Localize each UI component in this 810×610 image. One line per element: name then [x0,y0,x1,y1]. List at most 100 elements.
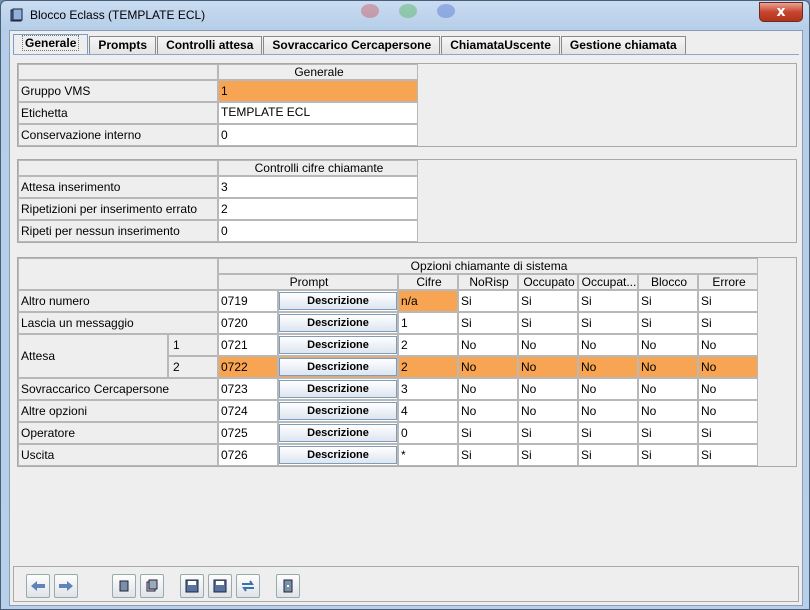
attesa-group-label: Attesa [18,334,168,378]
option-errore-cell[interactable]: No [698,400,758,422]
option-occupato-cell[interactable]: No [518,334,578,356]
tab-gestione-chiamata[interactable]: Gestione chiamata [560,36,686,55]
option-norisp-cell[interactable]: Si [458,444,518,466]
descrizione-button[interactable]: Descrizione [279,424,397,442]
option-occupat2-cell[interactable]: No [578,400,638,422]
option-row-label: Operatore [18,422,218,444]
prompt-code: 0725 [218,422,278,444]
descrizione-button[interactable]: Descrizione [279,314,397,332]
app-window: Blocco Eclass (TEMPLATE ECL) x Generale … [0,0,810,610]
option-occupato-cell[interactable]: No [518,356,578,378]
tab-controlli-attesa[interactable]: Controlli attesa [157,36,263,55]
ripetizioni-label: Ripetizioni per inserimento errato [18,198,218,220]
option-errore-cell[interactable]: Si [698,444,758,466]
option-occupat2-cell[interactable]: Si [578,422,638,444]
descrizione-button[interactable]: Descrizione [279,358,397,376]
option-blocco-cell[interactable]: Si [638,290,698,312]
option-cifre-cell[interactable]: 2 [398,334,458,356]
option-cifre-cell[interactable]: 4 [398,400,458,422]
option-occupato-cell[interactable]: Si [518,290,578,312]
descrizione-button[interactable]: Descrizione [279,292,397,310]
option-occupat2-cell[interactable]: Si [578,312,638,334]
opzioni-panel: Opzioni chiamante di sistema Prompt Cifr… [17,257,797,467]
option-cifre-cell[interactable]: n/a [398,290,458,312]
prompt-code: 0722 [218,356,278,378]
save-as-icon[interactable] [208,574,232,598]
option-cifre-cell[interactable]: 3 [398,378,458,400]
exit-icon[interactable] [276,574,300,598]
option-norisp-cell[interactable]: No [458,378,518,400]
option-cifre-cell[interactable]: 0 [398,422,458,444]
option-errore-cell[interactable]: Si [698,290,758,312]
tab-chiamata-uscente[interactable]: ChiamataUscente [441,36,560,55]
close-button[interactable]: x [759,2,803,22]
option-blocco-cell[interactable]: No [638,356,698,378]
conservazione-interno-field[interactable]: 0 [218,124,418,146]
col-norisp: NoRisp [458,274,518,290]
option-occupat2-cell[interactable]: No [578,378,638,400]
option-sub-label: 1 [168,334,218,356]
option-errore-cell[interactable]: Si [698,312,758,334]
option-norisp-cell[interactable]: Si [458,290,518,312]
prompt-code: 0721 [218,334,278,356]
option-norisp-cell[interactable]: No [458,400,518,422]
ripetizioni-field[interactable]: 2 [218,198,418,220]
etichetta-label: Etichetta [18,102,218,124]
app-icon [10,8,23,22]
option-occupato-cell[interactable]: Si [518,312,578,334]
option-norisp-cell[interactable]: Si [458,312,518,334]
option-norisp-cell[interactable]: Si [458,422,518,444]
option-blocco-cell[interactable]: Si [638,422,698,444]
ghost-icon [437,4,455,18]
etichetta-field[interactable]: TEMPLATE ECL [218,102,418,124]
option-errore-cell[interactable]: No [698,334,758,356]
forward-arrow-icon[interactable] [54,574,78,598]
attesa-inserimento-field[interactable]: 3 [218,176,418,198]
col-cifre: Cifre [398,274,458,290]
descrizione-button[interactable]: Descrizione [279,336,397,354]
option-occupato-cell[interactable]: Si [518,444,578,466]
controlli-corner [18,160,218,176]
prompt-code: 0720 [218,312,278,334]
option-occupat2-cell[interactable]: Si [578,444,638,466]
ripeti-nessun-field[interactable]: 0 [218,220,418,242]
option-blocco-cell[interactable]: Si [638,444,698,466]
option-errore-cell[interactable]: No [698,356,758,378]
copy-icon[interactable] [140,574,164,598]
option-norisp-cell[interactable]: No [458,334,518,356]
option-errore-cell[interactable]: No [698,378,758,400]
col-occupato: Occupato [518,274,578,290]
option-blocco-cell[interactable]: Si [638,312,698,334]
option-occupat2-cell[interactable]: No [578,334,638,356]
descrizione-button[interactable]: Descrizione [279,380,397,398]
option-cifre-cell[interactable]: 1 [398,312,458,334]
option-cifre-cell[interactable]: * [398,444,458,466]
controlli-panel: Controlli cifre chiamante Attesa inserim… [17,159,797,243]
option-cifre-cell[interactable]: 2 [398,356,458,378]
ghost-icon [399,4,417,18]
tab-generale[interactable]: Generale [13,34,89,55]
save-icon[interactable] [180,574,204,598]
option-blocco-cell[interactable]: No [638,378,698,400]
tab-prompts[interactable]: Prompts [89,36,157,55]
option-occupato-cell[interactable]: No [518,378,578,400]
option-errore-cell[interactable]: Si [698,422,758,444]
option-occupato-cell[interactable]: Si [518,422,578,444]
option-blocco-cell[interactable]: No [638,334,698,356]
option-occupato-cell[interactable]: No [518,400,578,422]
option-blocco-cell[interactable]: No [638,400,698,422]
refresh-icon[interactable] [236,574,260,598]
tab-sovraccarico[interactable]: Sovraccarico Cercapersone [263,36,441,55]
window-content: Generale Prompts Controlli attesa Sovrac… [9,30,803,606]
descrizione-button[interactable]: Descrizione [279,402,397,420]
option-norisp-cell[interactable]: No [458,356,518,378]
prompt-code: 0724 [218,400,278,422]
generale-header: Generale [218,64,418,80]
book-icon[interactable] [112,574,136,598]
option-occupat2-cell[interactable]: Si [578,290,638,312]
opzioni-header: Opzioni chiamante di sistema [218,258,758,274]
back-arrow-icon[interactable] [26,574,50,598]
gruppo-vms-field[interactable]: 1 [218,80,418,102]
option-occupat2-cell[interactable]: No [578,356,638,378]
descrizione-button[interactable]: Descrizione [279,446,397,464]
